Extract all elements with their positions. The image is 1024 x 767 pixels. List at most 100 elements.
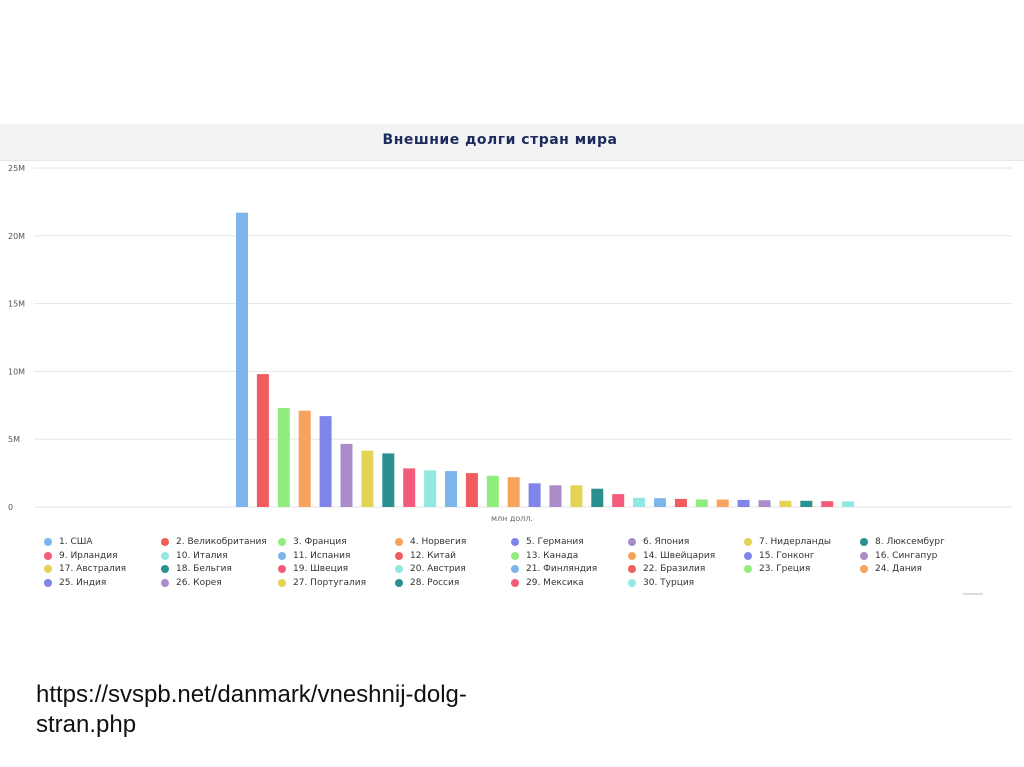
bar[interactable] — [549, 485, 562, 507]
bar[interactable] — [821, 501, 834, 507]
divider — [963, 593, 983, 595]
legend-marker — [44, 538, 52, 546]
legend-marker — [628, 578, 636, 587]
legend-label: 22. Бразилия — [643, 564, 706, 574]
legend-item[interactable]: 15. Гонконг — [744, 549, 815, 563]
legend-item[interactable]: 19. Швеция — [278, 562, 348, 576]
legend-item[interactable]: 10. Италия — [161, 549, 228, 563]
legend-label: 14. Швейцария — [643, 550, 716, 561]
legend-marker — [511, 551, 519, 560]
x-axis-label: млн долл. — [491, 514, 533, 523]
bar[interactable] — [382, 453, 395, 507]
legend-label: 18. Бельгия — [176, 564, 232, 574]
bars — [236, 212, 855, 508]
bar[interactable] — [737, 499, 750, 507]
legend-marker — [278, 578, 286, 587]
legend-marker — [161, 578, 169, 587]
bar[interactable] — [256, 374, 269, 507]
bar[interactable] — [570, 485, 583, 507]
legend-item[interactable]: 18. Бельгия — [161, 562, 232, 576]
legend-item[interactable]: 26. Корея — [161, 576, 222, 590]
legend-marker — [744, 538, 752, 546]
legend-label: 28. Россия — [410, 577, 460, 588]
legend-item[interactable]: 9. Ирландия — [44, 549, 118, 563]
y-tick-label: 0 — [8, 503, 13, 512]
bar[interactable] — [507, 477, 520, 507]
legend-item[interactable]: 2. Великобритания — [161, 535, 267, 549]
legend-item[interactable]: 12. Китай — [395, 549, 456, 563]
bar[interactable] — [298, 410, 311, 507]
bar[interactable] — [277, 408, 290, 507]
legend-item[interactable]: 1. США — [44, 535, 93, 549]
legend-item[interactable]: 3. Франция — [278, 535, 347, 549]
bar[interactable] — [695, 499, 708, 508]
legend-item[interactable]: 28. Россия — [395, 576, 459, 590]
legend-label: 25. Индия — [59, 577, 107, 588]
legend-item[interactable]: 6. Япония — [628, 535, 689, 549]
legend-item[interactable]: 16. Сингапур — [860, 549, 937, 563]
bar[interactable] — [528, 483, 541, 507]
legend-item[interactable]: 17. Австралия — [44, 562, 126, 576]
bar[interactable] — [236, 212, 248, 507]
legend-label: 4. Норвегия — [410, 537, 467, 547]
bar[interactable] — [633, 497, 646, 507]
bar[interactable] — [403, 468, 416, 507]
legend-item[interactable]: 30. Турция — [628, 576, 694, 590]
legend-item[interactable]: 7. Нидерланды — [744, 535, 831, 549]
legend-label: 3. Франция — [293, 537, 347, 547]
legend-item[interactable]: 8. Люксембург — [860, 535, 945, 549]
legend-item[interactable]: 22. Бразилия — [628, 562, 705, 576]
legend-label: 20. Австрия — [410, 564, 466, 574]
source-link[interactable]: https://svspb.net/danmark/vneshnij-dolg-… — [36, 680, 556, 740]
bar-chart: 0 5M 10M 15M 20M 25M млн долл. — [8, 164, 1012, 523]
legend-marker — [628, 538, 636, 546]
bar[interactable] — [486, 475, 499, 507]
legend-item[interactable]: 13. Канада — [511, 549, 578, 563]
bar[interactable] — [800, 500, 813, 507]
legend-label: 19. Швеция — [293, 564, 349, 574]
legend-item[interactable]: 27. Португалия — [278, 576, 366, 590]
chart-title: Внешние долги стран мира — [382, 132, 618, 148]
y-tick-label: 15M — [8, 300, 25, 309]
bar[interactable] — [445, 471, 457, 507]
legend-item[interactable]: 11. Испания — [278, 549, 350, 563]
legend-item[interactable]: 29. Мексика — [511, 576, 584, 590]
bar[interactable] — [361, 450, 374, 507]
bar[interactable] — [340, 443, 353, 507]
y-tick-label: 25M — [8, 164, 25, 173]
legend-marker — [161, 538, 169, 546]
legend-item[interactable]: 20. Австрия — [395, 562, 466, 576]
legend-item[interactable]: 21. Финляндия — [511, 562, 597, 576]
bar[interactable] — [842, 501, 855, 507]
legend-label: 13. Канада — [526, 550, 579, 561]
legend-label: 8. Люксембург — [875, 537, 945, 547]
legend-label: 17. Австралия — [59, 564, 127, 574]
bar[interactable] — [612, 494, 625, 507]
grid-lines — [34, 167, 1012, 508]
legend-item[interactable]: 23. Греция — [744, 562, 810, 576]
legend-item[interactable]: 4. Норвегия — [395, 535, 466, 549]
bar[interactable] — [591, 488, 604, 507]
legend-label: 5. Германия — [526, 537, 584, 547]
bar[interactable] — [424, 470, 437, 507]
legend-item[interactable]: 5. Германия — [511, 535, 584, 549]
legend-label: 29. Мексика — [526, 577, 584, 588]
y-tick-label: 5M — [8, 435, 20, 444]
legend-marker — [628, 565, 636, 573]
bar[interactable] — [465, 473, 478, 507]
legend-label: 27. Португалия — [293, 577, 366, 588]
legend-item[interactable]: 24. Дания — [860, 562, 922, 576]
legend-item[interactable]: 25. Индия — [44, 576, 106, 590]
legend-item[interactable]: 14. Швейцария — [628, 549, 715, 563]
legend-marker — [511, 565, 519, 573]
bar[interactable] — [779, 500, 792, 507]
legend-marker — [744, 551, 752, 560]
bar[interactable] — [319, 416, 332, 507]
bar[interactable] — [758, 500, 771, 507]
legend-label: 30. Турция — [643, 577, 695, 588]
bar[interactable] — [654, 498, 666, 507]
legend-marker — [278, 538, 286, 546]
legend-marker — [278, 565, 286, 573]
bar[interactable] — [716, 499, 729, 508]
bar[interactable] — [674, 498, 687, 507]
